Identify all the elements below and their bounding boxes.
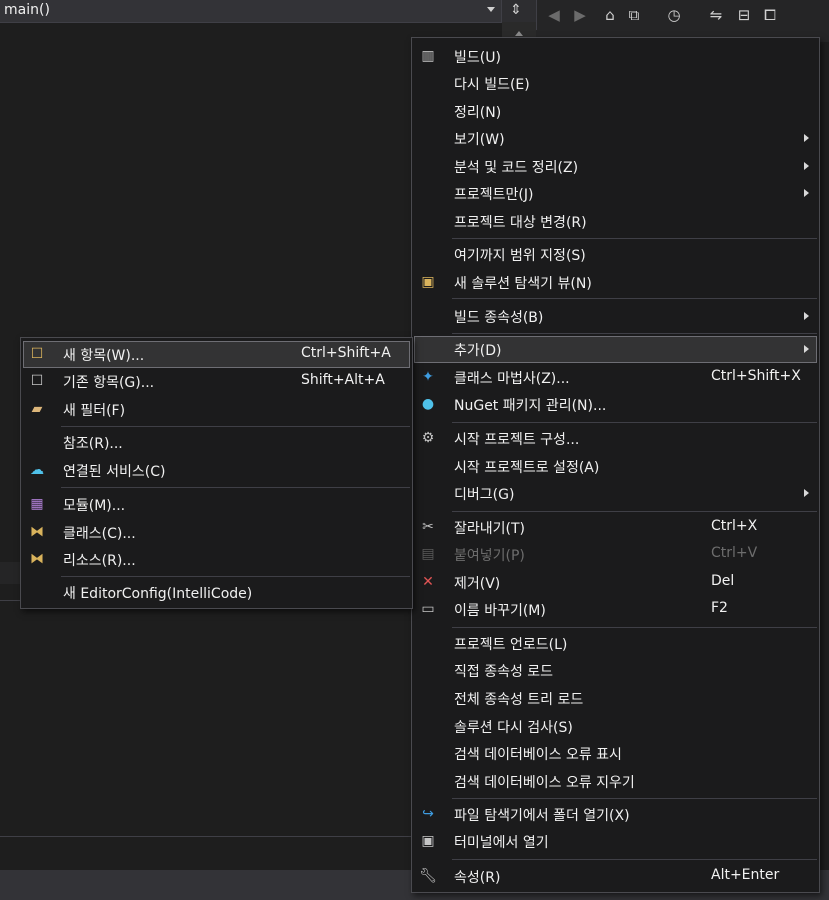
home-icon[interactable]: ⌂ <box>599 4 621 26</box>
menu-item-new-explorer-view[interactable]: ▣ 새 솔루션 탐색기 뷰(N) <box>414 269 817 296</box>
menu-separator <box>452 422 817 423</box>
submenu-arrow-icon <box>804 162 809 170</box>
solution-explorer-toolbar: ◀ ▶ ⌂ ⧉ ◷ ⇋ ⊟ ⧠ <box>536 0 829 30</box>
collapse-all-icon[interactable]: ⊟ <box>733 4 755 26</box>
menu-separator <box>61 576 410 577</box>
menu-item-load-dep-tree[interactable]: 전체 종속성 트리 로드 <box>414 685 817 712</box>
menu-item-set-startup[interactable]: 시작 프로젝트로 설정(A) <box>414 453 817 480</box>
menu-item-unload-project[interactable]: 프로젝트 언로드(L) <box>414 630 817 657</box>
switch-views-icon[interactable]: ⧉ <box>623 4 645 26</box>
submenu-item-existing-item[interactable]: ☐ 기존 항목(G)... Shift+Alt+A <box>23 368 410 395</box>
submenu-item-new-item[interactable]: ☐ 새 항목(W)... Ctrl+Shift+A <box>23 341 410 368</box>
submenu-item-class[interactable]: ⧓ 클래스(C)... <box>23 519 410 546</box>
menu-item-paste[interactable]: ▤ 붙여넣기(P) Ctrl+V <box>414 541 817 568</box>
menu-item-add[interactable]: 추가(D) <box>414 336 817 363</box>
function-dropdown[interactable]: main() <box>0 0 502 22</box>
scissors-icon: ✂ <box>422 519 434 535</box>
menu-item-cut[interactable]: ✂ 잘라내기(T) Ctrl+X <box>414 514 817 541</box>
menu-separator <box>452 333 817 334</box>
menu-item-rename[interactable]: ▭ 이름 바꾸기(M) F2 <box>414 596 817 623</box>
rename-icon: ▭ <box>421 601 435 617</box>
sync-icon[interactable]: ⇋ <box>705 4 727 26</box>
submenu-arrow-icon <box>804 189 809 197</box>
submenu-arrow-icon <box>804 489 809 497</box>
connected-service-icon: ☁ <box>30 462 44 478</box>
class-wizard-icon: ✦ <box>422 369 434 385</box>
chevron-down-icon <box>487 7 495 12</box>
menu-item-load-direct-deps[interactable]: 직접 종속성 로드 <box>414 657 817 684</box>
new-filter-icon: ▰ <box>31 401 43 417</box>
submenu-item-connected-service[interactable]: ☁ 연결된 서비스(C) <box>23 457 410 484</box>
menu-item-build[interactable]: ▥ 빌드(U) <box>414 43 817 70</box>
menu-separator <box>452 627 817 628</box>
submenu-item-new-editorconfig[interactable]: 새 EditorConfig(IntelliCode) <box>23 579 410 606</box>
build-icon: ▥ <box>421 48 435 64</box>
menu-separator <box>452 859 817 860</box>
menu-item-open-in-terminal[interactable]: ▣ 터미널에서 열기 <box>414 828 817 855</box>
submenu-arrow-icon <box>804 345 809 353</box>
new-item-icon: ☐ <box>30 346 44 362</box>
scroll-up-icon[interactable] <box>515 31 523 36</box>
output-panel <box>0 600 412 871</box>
menu-separator <box>452 298 817 299</box>
new-view-icon: ▣ <box>421 274 435 290</box>
back-icon[interactable]: ◀ <box>543 4 565 26</box>
menu-item-retarget[interactable]: 프로젝트 대상 변경(R) <box>414 208 817 235</box>
menu-separator <box>452 511 817 512</box>
menu-item-clean[interactable]: 정리(N) <box>414 98 817 125</box>
menu-item-properties[interactable]: 🔧︎ 속성(R) Alt+Enter <box>414 863 817 890</box>
menu-item-rescan-solution[interactable]: 솔루션 다시 검사(S) <box>414 713 817 740</box>
function-dropdown-value: main() <box>4 2 50 18</box>
class-icon: ⧓ <box>30 524 44 540</box>
project-context-menu: ▥ 빌드(U) 다시 빌드(E) 정리(N) 보기(W) 분석 및 코드 정리(… <box>411 37 820 893</box>
forward-icon[interactable]: ▶ <box>569 4 591 26</box>
module-icon: ▦ <box>30 496 44 512</box>
menu-item-show-db-errors[interactable]: 검색 데이터베이스 오류 표시 <box>414 740 817 767</box>
editor-navigation-bar: main() ⇕ <box>0 0 536 23</box>
menu-separator <box>61 487 410 488</box>
menu-item-rebuild[interactable]: 다시 빌드(E) <box>414 70 817 97</box>
menu-separator <box>452 798 817 799</box>
nuget-icon: ● <box>421 396 435 412</box>
menu-item-analyze[interactable]: 분석 및 코드 정리(Z) <box>414 153 817 180</box>
split-editor-icon[interactable]: ⇕ <box>504 0 528 22</box>
paste-icon: ▤ <box>421 546 435 562</box>
menu-item-project-only[interactable]: 프로젝트만(J) <box>414 180 817 207</box>
gear-icon: ⚙ <box>421 430 435 446</box>
submenu-item-module[interactable]: ▦ 모듈(M)... <box>23 491 410 518</box>
pending-changes-filter-icon[interactable]: ◷ <box>663 4 685 26</box>
menu-item-debug[interactable]: 디버그(G) <box>414 480 817 507</box>
panel-divider <box>0 836 412 837</box>
terminal-icon: ▣ <box>421 833 435 849</box>
menu-item-remove[interactable]: ✕ 제거(V) Del <box>414 569 817 596</box>
existing-item-icon: ☐ <box>30 373 44 389</box>
show-all-files-icon[interactable]: ⧠ <box>759 4 781 26</box>
menu-separator <box>61 426 410 427</box>
menu-item-class-wizard[interactable]: ✦ 클래스 마법사(Z)... Ctrl+Shift+X <box>414 364 817 391</box>
menu-item-scope-to-this[interactable]: 여기까지 범위 지정(S) <box>414 241 817 268</box>
submenu-arrow-icon <box>804 134 809 142</box>
menu-item-nuget[interactable]: ● NuGet 패키지 관리(N)... <box>414 391 817 418</box>
menu-separator <box>452 238 817 239</box>
submenu-item-resource[interactable]: ⧓ 리소스(R)... <box>23 546 410 573</box>
menu-item-open-in-explorer[interactable]: ↪ 파일 탐색기에서 폴더 열기(X) <box>414 801 817 828</box>
submenu-item-reference[interactable]: 참조(R)... <box>23 429 410 456</box>
menu-item-clear-db-errors[interactable]: 검색 데이터베이스 오류 지우기 <box>414 768 817 795</box>
remove-icon: ✕ <box>422 574 434 590</box>
add-submenu: ☐ 새 항목(W)... Ctrl+Shift+A ☐ 기존 항목(G)... … <box>20 337 413 609</box>
wrench-icon: 🔧︎ <box>419 868 437 884</box>
submenu-item-new-filter[interactable]: ▰ 새 필터(F) <box>23 396 410 423</box>
menu-item-view[interactable]: 보기(W) <box>414 125 817 152</box>
menu-item-configure-startup[interactable]: ⚙ 시작 프로젝트 구성... <box>414 425 817 452</box>
submenu-arrow-icon <box>804 312 809 320</box>
menu-item-build-dependencies[interactable]: 빌드 종속성(B) <box>414 303 817 330</box>
resource-icon: ⧓ <box>30 551 44 567</box>
open-folder-icon: ↪ <box>422 806 434 822</box>
